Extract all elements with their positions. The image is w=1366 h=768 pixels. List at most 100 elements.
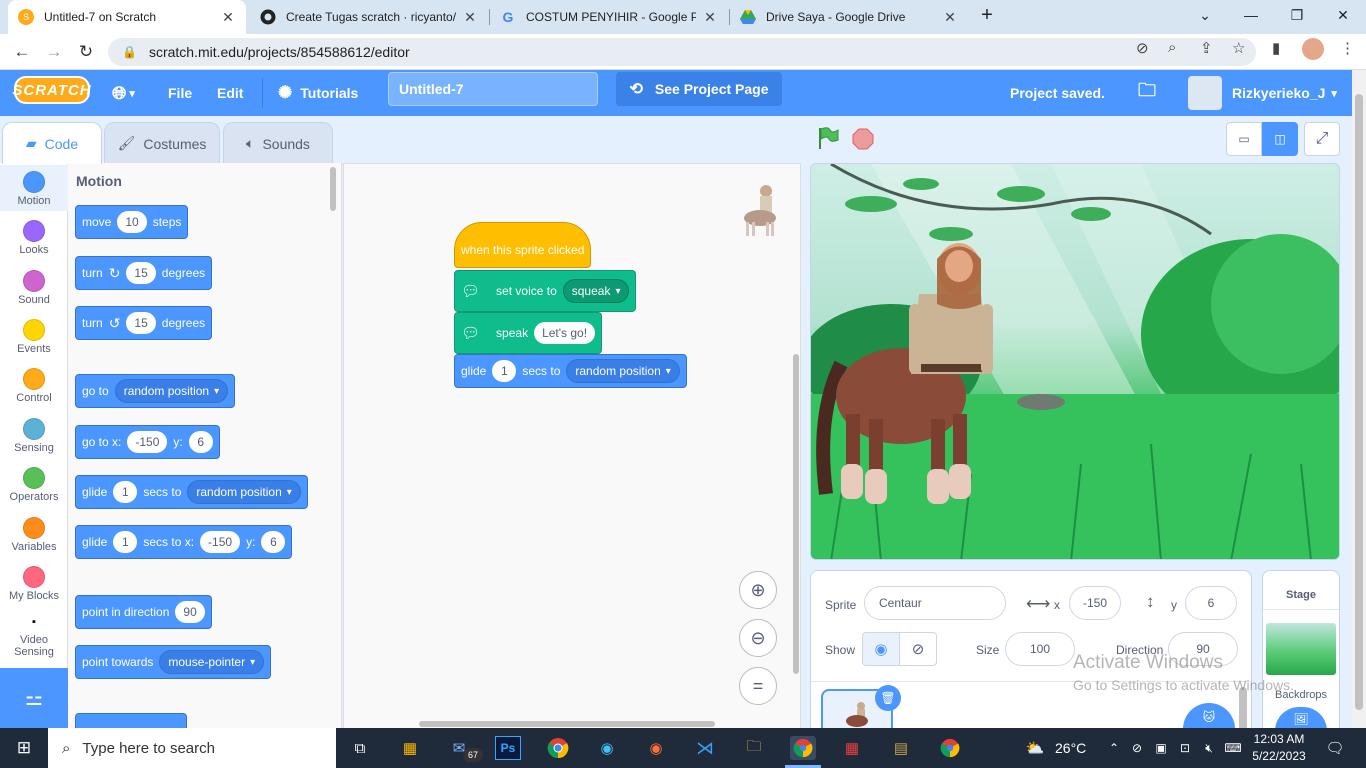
- target-dropdown[interactable]: random position: [114, 379, 229, 403]
- block-set-voice[interactable]: 💬︎ set voice to squeak: [454, 270, 637, 312]
- chrome-icon[interactable]: [545, 736, 571, 760]
- small-stage-icon[interactable]: ▭: [1226, 122, 1262, 156]
- secs-input[interactable]: 1: [113, 531, 138, 553]
- x-position-input[interactable]: -150: [1069, 586, 1121, 620]
- file-menu[interactable]: File: [168, 70, 192, 116]
- address-bar[interactable]: 🔒 scratch.mit.edu/projects/854588612/edi…: [108, 38, 1256, 66]
- stop-sign-icon[interactable]: [852, 128, 874, 153]
- back-arrow-icon[interactable]: ←: [10, 40, 34, 64]
- profile-avatar-icon[interactable]: [1302, 38, 1324, 60]
- close-tab-icon[interactable]: ✕: [702, 9, 718, 26]
- browser-tab-github[interactable]: Create Tugas scratch · ricyanto/R ✕: [250, 0, 488, 34]
- notifications-icon[interactable]: 🗨︎: [1322, 736, 1348, 760]
- volume-muted-icon[interactable]: 🔇︎: [1200, 736, 1218, 760]
- zoom-out-icon[interactable]: ⊖: [739, 619, 777, 657]
- block-go-to-xy[interactable]: go to x: -150 y: 6: [75, 425, 220, 459]
- voice-dropdown[interactable]: squeak: [562, 279, 630, 303]
- target-dropdown[interactable]: random position: [187, 480, 301, 504]
- minimize-button[interactable]: —: [1228, 0, 1274, 30]
- y-input[interactable]: 6: [188, 431, 213, 453]
- degrees-input[interactable]: 15: [126, 312, 156, 334]
- tray-icon[interactable]: ⊘: [1128, 736, 1146, 760]
- project-title-input[interactable]: Untitled-7: [388, 72, 598, 106]
- steps-input[interactable]: 10: [117, 211, 147, 233]
- x-input[interactable]: -150: [200, 531, 241, 553]
- network-icon[interactable]: ▣: [1152, 736, 1170, 760]
- category-video-sensing[interactable]: ▪ Video Sensing: [0, 616, 68, 658]
- x-input[interactable]: -150: [127, 431, 168, 453]
- taskbar-search-box[interactable]: ⌕ Type here to search: [48, 728, 336, 768]
- block-speak[interactable]: 💬︎ speak Let's go!: [454, 312, 603, 354]
- my-stuff-folder-icon[interactable]: 🗀: [1138, 70, 1156, 116]
- degrees-input[interactable]: 15: [126, 262, 156, 284]
- restore-button[interactable]: ❐: [1274, 0, 1320, 30]
- show-visible-eye-icon[interactable]: ◉: [862, 632, 900, 666]
- photoshop-icon[interactable]: Ps: [495, 736, 521, 760]
- clock-time[interactable]: 12:03 AM: [1250, 732, 1308, 746]
- edit-menu[interactable]: Edit: [217, 70, 243, 116]
- add-extension-button[interactable]: ⚍: [0, 668, 68, 728]
- account-menu[interactable]: Rizkyerieko_J ▾: [1188, 70, 1337, 116]
- target-dropdown[interactable]: random position: [566, 359, 680, 383]
- speak-text-input[interactable]: Let's go!: [534, 322, 596, 344]
- file-explorer-icon[interactable]: 🗀: [741, 736, 767, 760]
- block-partial[interactable]: [75, 713, 187, 729]
- new-tab-button[interactable]: +: [972, 0, 1002, 30]
- category-variables[interactable]: Variables: [0, 517, 68, 553]
- chrome-active-icon[interactable]: [790, 736, 816, 760]
- forward-arrow-icon[interactable]: →: [42, 40, 66, 64]
- block-go-to[interactable]: go to random position: [75, 374, 236, 408]
- category-operators[interactable]: Operators: [0, 467, 68, 503]
- secs-input[interactable]: 1: [113, 481, 138, 503]
- blocked-popup-icon[interactable]: ⊘: [1136, 39, 1149, 57]
- size-input[interactable]: 100: [1005, 632, 1075, 666]
- zoom-in-icon[interactable]: ⊕: [739, 571, 777, 609]
- ime-icon[interactable]: ⌨: [1224, 736, 1242, 760]
- chrome-menu-icon[interactable]: ⋮: [1340, 39, 1355, 57]
- vscode-icon[interactable]: ⋊: [692, 736, 718, 760]
- hide-eye-slash-icon[interactable]: ⊘: [899, 632, 937, 666]
- zoom-reset-icon[interactable]: =: [739, 667, 777, 705]
- block-point-in-direction[interactable]: point in direction 90: [75, 595, 212, 629]
- clock-date[interactable]: 5/22/2023: [1250, 749, 1308, 763]
- microsoft-store-icon[interactable]: ▦: [397, 736, 423, 760]
- backdrop-thumbnail[interactable]: [1266, 623, 1336, 675]
- category-my-blocks[interactable]: My Blocks: [0, 566, 68, 602]
- sprite-name-input[interactable]: Centaur: [864, 586, 1006, 620]
- chrome-profile-icon[interactable]: [937, 736, 963, 760]
- tab-costumes[interactable]: 🖌︎ Costumes: [104, 122, 220, 164]
- task-view-icon[interactable]: ⧉: [347, 736, 373, 760]
- large-stage-icon[interactable]: ◫: [1262, 122, 1298, 156]
- green-flag-icon[interactable]: [816, 126, 840, 153]
- block-glide-to-xy[interactable]: glide 1 secs to x: -150 y: 6: [75, 525, 293, 559]
- hat-when-sprite-clicked[interactable]: when this sprite clicked: [454, 222, 592, 268]
- weather-icon[interactable]: ⛅: [1022, 736, 1048, 760]
- app-icon-red[interactable]: ▦: [839, 736, 865, 760]
- category-events[interactable]: Events: [0, 319, 68, 355]
- block-turn-right[interactable]: turn ↻ 15 degrees: [75, 256, 213, 290]
- zoom-icon[interactable]: ⌕: [1168, 39, 1176, 56]
- target-dropdown[interactable]: mouse-pointer: [159, 650, 265, 674]
- browser-tab-drive[interactable]: Drive Saya - Google Drive ✕: [730, 0, 968, 34]
- choose-sprite-icon[interactable]: 🐱︎: [1183, 703, 1235, 731]
- y-input[interactable]: 6: [261, 531, 286, 553]
- fullscreen-icon[interactable]: ⤢: [1304, 122, 1340, 156]
- stage-canvas[interactable]: [810, 163, 1340, 560]
- edge-icon[interactable]: ◉: [594, 736, 620, 760]
- see-project-page-button[interactable]: ⟲ See Project Page: [616, 72, 782, 106]
- category-motion[interactable]: Motion: [0, 165, 68, 211]
- close-window-button[interactable]: ✕: [1320, 0, 1366, 30]
- camera-icon[interactable]: ⊡: [1176, 736, 1194, 760]
- category-sensing[interactable]: Sensing: [0, 418, 68, 454]
- block-glide-script[interactable]: glide 1 secs to random position: [454, 354, 687, 388]
- direction-input[interactable]: 90: [175, 601, 205, 623]
- tab-sounds[interactable]: 🔈︎ Sounds: [223, 122, 333, 164]
- close-tab-icon[interactable]: ✕: [220, 9, 236, 26]
- close-tab-icon[interactable]: ✕: [462, 9, 478, 26]
- secs-input[interactable]: 1: [492, 360, 517, 382]
- tutorials-button[interactable]: ✺ Tutorials: [278, 70, 358, 116]
- firefox-icon[interactable]: ◉: [643, 736, 669, 760]
- windows-start-icon[interactable]: ⊞: [11, 736, 37, 760]
- scratch-logo[interactable]: SCRATCH: [12, 76, 91, 104]
- tab-search-icon[interactable]: ⌄: [1182, 0, 1228, 30]
